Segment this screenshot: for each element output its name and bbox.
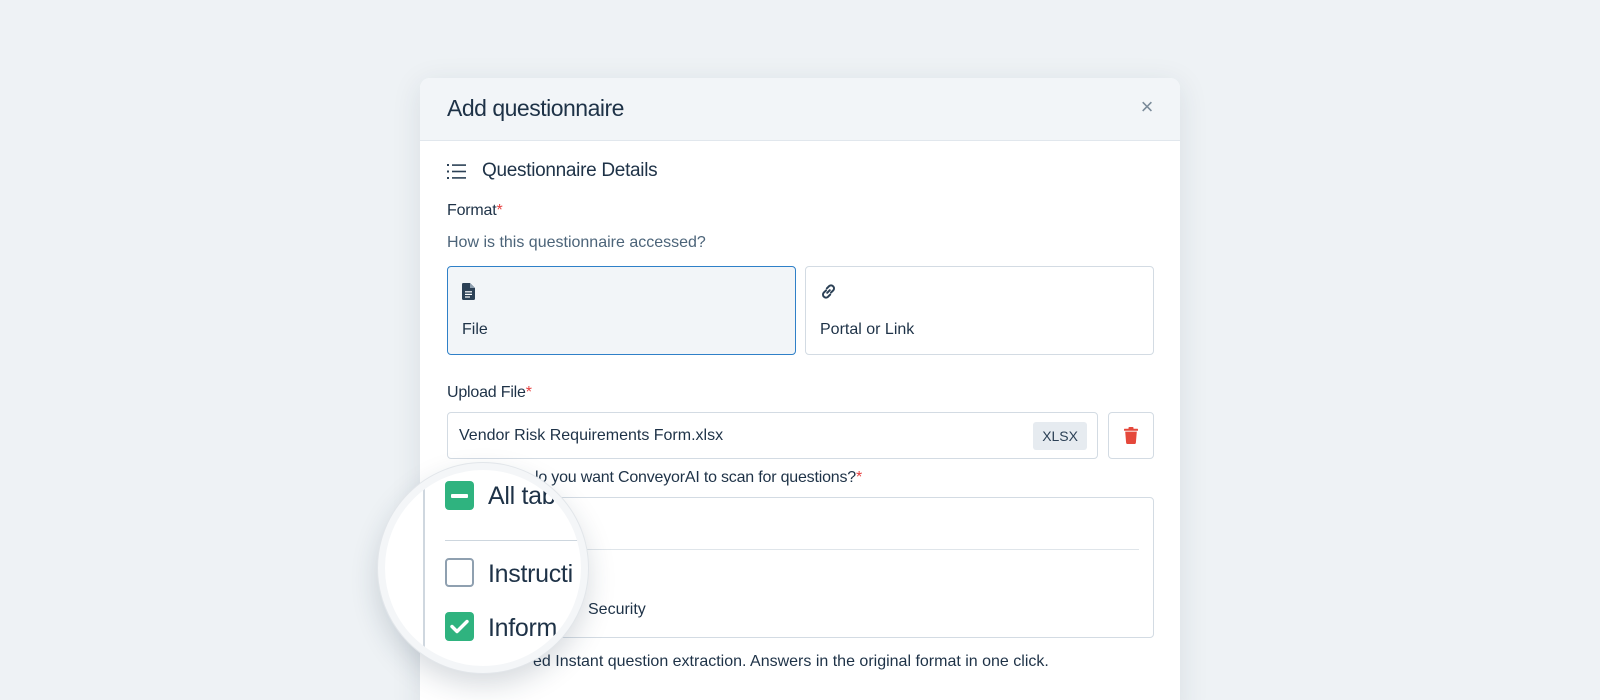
section-title: Questionnaire Details [482,160,658,181]
modal-header: Add questionnaire × [420,78,1180,141]
format-option-file-label: File [462,321,488,338]
close-icon[interactable]: × [1136,96,1158,118]
trash-icon [1124,427,1138,444]
format-option-portal-link-label: Portal or Link [820,321,915,338]
file-type-badge: XLSX [1033,422,1087,450]
section-header: Questionnaire Details [447,160,658,182]
scan-tabs-label: lo you want ConveyorAI to scan for quest… [535,469,862,486]
format-help-text: How is this questionnaire accessed? [447,234,706,251]
uploaded-file-field[interactable]: Vendor Risk Requirements Form.xlsx XLSX [447,412,1098,459]
upload-file-label: Upload File* [447,384,532,401]
tab-item-security-label: Security [588,601,646,618]
format-label: Format* [447,202,503,219]
link-icon [820,283,837,305]
modal-title: Add questionnaire [447,95,624,121]
format-option-file[interactable]: File [447,266,796,355]
minus-icon [451,493,468,498]
delete-file-button[interactable] [1108,412,1154,459]
all-tabs-label: All tab [488,482,556,510]
instructions-tab-checkbox[interactable] [445,558,474,587]
check-icon [450,619,469,634]
list-icon [447,163,466,179]
footer-note: ed Instant question extraction. Answers … [533,653,1049,670]
instructions-tab-label: Instructi [488,560,573,588]
magnifier-rail [423,470,425,666]
all-tabs-checkbox[interactable] [445,481,474,510]
file-name: Vendor Risk Requirements Form.xlsx [459,427,724,444]
information-tab-checkbox[interactable] [445,612,474,641]
document-icon [462,283,475,305]
magnifier-divider [445,540,581,541]
magnifier-lens: All tab Instructi Inform [378,463,588,673]
format-option-portal-link[interactable]: Portal or Link [805,266,1154,355]
information-tab-label: Inform [488,614,558,642]
